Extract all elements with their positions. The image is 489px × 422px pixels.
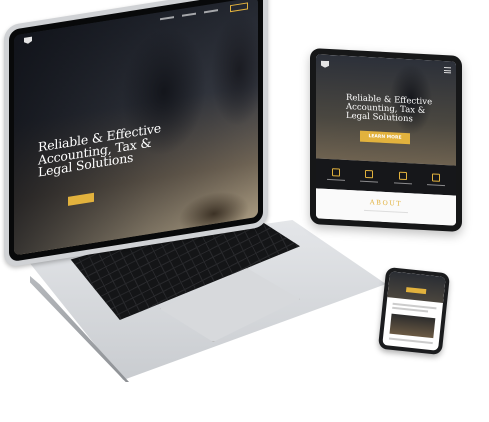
laptop-screen: Reliable & Effective Accounting, Tax & L… (14, 0, 258, 256)
about-section: ABOUT (316, 188, 456, 226)
phone-cta-button[interactable] (405, 287, 427, 295)
logo-shield-icon[interactable] (24, 36, 32, 44)
about-heading: ABOUT (369, 198, 403, 208)
service-item[interactable] (324, 167, 348, 182)
nav-link[interactable] (160, 16, 174, 21)
service-item[interactable] (357, 169, 381, 183)
service-item[interactable] (424, 173, 448, 187)
tablet-screen: Reliable & Effective Accounting, Tax & L… (316, 54, 456, 226)
phone-hero (387, 271, 446, 303)
tablet-nav (321, 61, 451, 76)
learn-more-button[interactable]: LEARN MORE (360, 130, 410, 145)
menu-icon[interactable] (444, 67, 451, 74)
laptop-lid: Reliable & Effective Accounting, Tax & L… (4, 0, 268, 268)
nav-link[interactable] (204, 9, 218, 14)
tablet-hero: Reliable & Effective Accounting, Tax & L… (316, 54, 456, 166)
phone-device (377, 266, 451, 356)
phone-screen (382, 271, 446, 351)
service-item[interactable] (391, 171, 415, 185)
laptop-bezel: Reliable & Effective Accounting, Tax & L… (9, 0, 263, 263)
divider (364, 209, 408, 214)
service-icon (432, 173, 441, 182)
phone-text-line (388, 337, 433, 345)
nav-cta-button[interactable] (230, 1, 248, 12)
service-icon (365, 169, 374, 179)
phone-image (389, 313, 436, 339)
tablet-hero-title: Reliable & Effective Accounting, Tax & L… (346, 92, 433, 125)
nav-link[interactable] (182, 12, 196, 17)
service-icon (331, 167, 340, 177)
tablet-device: Reliable & Effective Accounting, Tax & L… (310, 48, 462, 232)
logo-shield-icon[interactable] (321, 61, 329, 68)
service-icon (398, 171, 407, 180)
